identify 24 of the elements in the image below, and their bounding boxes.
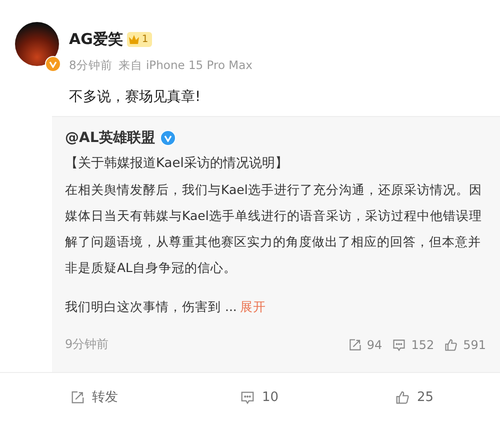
comment-stat[interactable]: 152 bbox=[392, 338, 434, 352]
post-source: 来自 iPhone 15 Pro Max bbox=[118, 58, 252, 73]
comment-icon bbox=[240, 390, 255, 404]
crown-icon bbox=[128, 34, 140, 45]
repost-icon bbox=[70, 390, 85, 404]
user-name[interactable]: AG爱笑 bbox=[69, 30, 123, 49]
quoted-author[interactable]: @AL英雄联盟 bbox=[65, 129, 155, 147]
like-stat[interactable]: 591 bbox=[444, 338, 486, 352]
like-button[interactable]: 25 bbox=[395, 390, 434, 404]
level-badge: 1 bbox=[126, 32, 152, 47]
repost-icon bbox=[348, 338, 362, 352]
quoted-text: 在相关舆情发酵后，我们与Kael选手进行了充分沟通，还原采访情况。因媒体日当天有韩媒与Kael选手单线进行的语音采访，采访过程中他错误理解了问题语境，从尊重其他赛区实力的角度做出了相应的回答，但本意并非是质疑AL自身争冠的信心。 bbox=[65, 181, 483, 277]
thumbs-up-icon bbox=[444, 338, 458, 352]
quoted-excerpt: 我们明白这次事情，伤害到 ... bbox=[65, 299, 237, 316]
repost-button[interactable]: 转发 bbox=[70, 388, 118, 406]
comment-button[interactable]: 10 bbox=[240, 390, 279, 404]
avatar[interactable] bbox=[15, 22, 59, 66]
post-text: 不多说，赛场见真章! bbox=[69, 88, 202, 106]
comment-icon bbox=[392, 338, 406, 352]
quoted-title: 【关于韩媒报道Kael采访的情况说明】 bbox=[65, 155, 289, 173]
post-time: 8分钟前 bbox=[69, 58, 112, 73]
repost-stat[interactable]: 94 bbox=[348, 338, 382, 352]
quoted-time: 9分钟前 bbox=[65, 336, 109, 353]
thumbs-up-icon bbox=[395, 390, 410, 404]
